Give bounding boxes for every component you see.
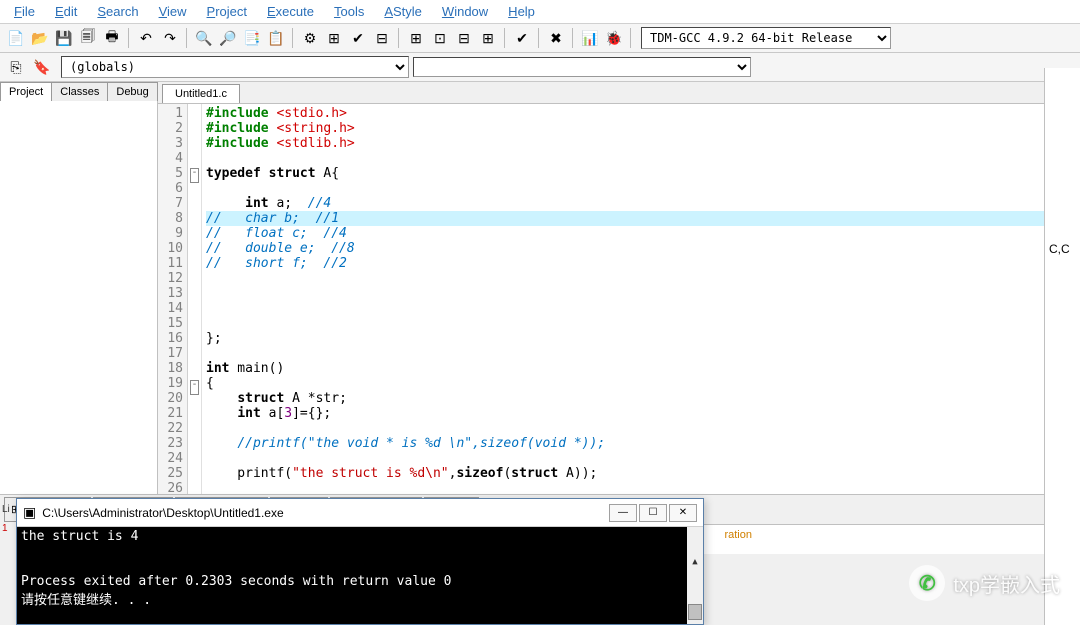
panel-tab-project[interactable]: Project	[0, 82, 52, 101]
editor-area: Untitled1.c 1234567891011121314151617181…	[158, 82, 1080, 494]
line-gutter: 1234567891011121314151617181920212223242…	[158, 104, 188, 494]
menu-tools[interactable]: Tools	[326, 2, 372, 21]
compiler-select[interactable]: TDM-GCC 4.9.2 64-bit Release	[641, 27, 891, 49]
tool-button[interactable]: ↷	[159, 27, 181, 49]
code-editor[interactable]: 1234567891011121314151617181920212223242…	[158, 103, 1080, 494]
member-select[interactable]	[413, 57, 751, 77]
tool-button[interactable]: ⊟	[453, 27, 475, 49]
tool-button[interactable]: 🗐	[77, 27, 99, 49]
code-lines[interactable]: #include <stdio.h>#include <string.h>#in…	[202, 104, 1064, 494]
file-tab-untitled[interactable]: Untitled1.c	[162, 84, 240, 103]
tool-button[interactable]: ⚙	[299, 27, 321, 49]
right-panel: C,C	[1044, 68, 1080, 625]
maximize-button[interactable]: ☐	[639, 504, 667, 522]
menu-execute[interactable]: Execute	[259, 2, 322, 21]
panel-tabs: ProjectClassesDebug	[0, 82, 157, 101]
panel-tab-debug[interactable]: Debug	[107, 82, 157, 101]
tool-button[interactable]: 📂	[29, 27, 51, 49]
panel-tab-classes[interactable]: Classes	[51, 82, 108, 101]
output-text: ration	[724, 529, 752, 541]
toolbar-scope: ⎘ 🔖 (globals)	[0, 53, 1080, 82]
file-tabs: Untitled1.c	[158, 82, 1080, 103]
menu-window[interactable]: Window	[434, 2, 496, 21]
bookmark-icon[interactable]: 🔖	[31, 56, 53, 78]
console-icon: ▣	[23, 504, 36, 521]
menu-edit[interactable]: Edit	[47, 2, 85, 21]
watermark: ✆ txp学嵌入式	[909, 565, 1060, 601]
tool-button[interactable]: ⊡	[429, 27, 451, 49]
scope-select[interactable]: (globals)	[61, 56, 409, 78]
menu-view[interactable]: View	[151, 2, 195, 21]
left-margin: Li 1	[0, 500, 16, 538]
right-text: C,C	[1049, 242, 1076, 256]
console-output: the struct is 4 Process exited after 0.2…	[17, 527, 703, 624]
close-button[interactable]: ✕	[669, 504, 697, 522]
tool-button[interactable]: 🔎	[217, 27, 239, 49]
menu-search[interactable]: Search	[89, 2, 146, 21]
menu-file[interactable]: File	[6, 2, 43, 21]
console-title: C:\Users\Administrator\Desktop\Untitled1…	[42, 506, 283, 520]
menu-help[interactable]: Help	[500, 2, 543, 21]
console-titlebar[interactable]: ▣ C:\Users\Administrator\Desktop\Untitle…	[17, 499, 703, 527]
minimize-button[interactable]: —	[609, 504, 637, 522]
tool-button[interactable]: 🖶	[101, 27, 123, 49]
wechat-icon: ✆	[909, 565, 945, 601]
tool-button[interactable]: 📄	[5, 27, 27, 49]
tool-button[interactable]: 🔍	[193, 27, 215, 49]
tool-button[interactable]: ⊞	[477, 27, 499, 49]
tool-button[interactable]: ✖	[545, 27, 567, 49]
tool-button[interactable]: ⊟	[371, 27, 393, 49]
tool-button[interactable]: 🐞	[603, 27, 625, 49]
tool-button[interactable]: 📋	[265, 27, 287, 49]
menu-astyle[interactable]: AStyle	[376, 2, 430, 21]
tool-button[interactable]: ⊞	[405, 27, 427, 49]
console-scrollbar[interactable]: ▲	[687, 527, 703, 624]
tool-button[interactable]: ✔	[347, 27, 369, 49]
tool-button[interactable]: ↶	[135, 27, 157, 49]
tool-button[interactable]: 📊	[579, 27, 601, 49]
menu-project[interactable]: Project	[199, 2, 255, 21]
fold-column[interactable]: --	[188, 104, 202, 494]
goto-icon[interactable]: ⎘	[5, 56, 27, 78]
toolbar-main: 📄📂💾🗐🖶↶↷🔍🔎📑📋⚙⊞✔⊟⊞⊡⊟⊞✔✖📊🐞TDM-GCC 4.9.2 64-…	[0, 24, 1080, 53]
menubar: FileEditSearch ViewProjectExecuteToolsASt…	[0, 0, 1080, 24]
project-panel: ProjectClassesDebug	[0, 82, 158, 494]
tool-button[interactable]: 📑	[241, 27, 263, 49]
tool-button[interactable]: ✔	[511, 27, 533, 49]
console-window: ▣ C:\Users\Administrator\Desktop\Untitle…	[16, 498, 704, 625]
tool-button[interactable]: ⊞	[323, 27, 345, 49]
main-area: ProjectClassesDebug Untitled1.c 12345678…	[0, 82, 1080, 494]
tool-button[interactable]: 💾	[53, 27, 75, 49]
